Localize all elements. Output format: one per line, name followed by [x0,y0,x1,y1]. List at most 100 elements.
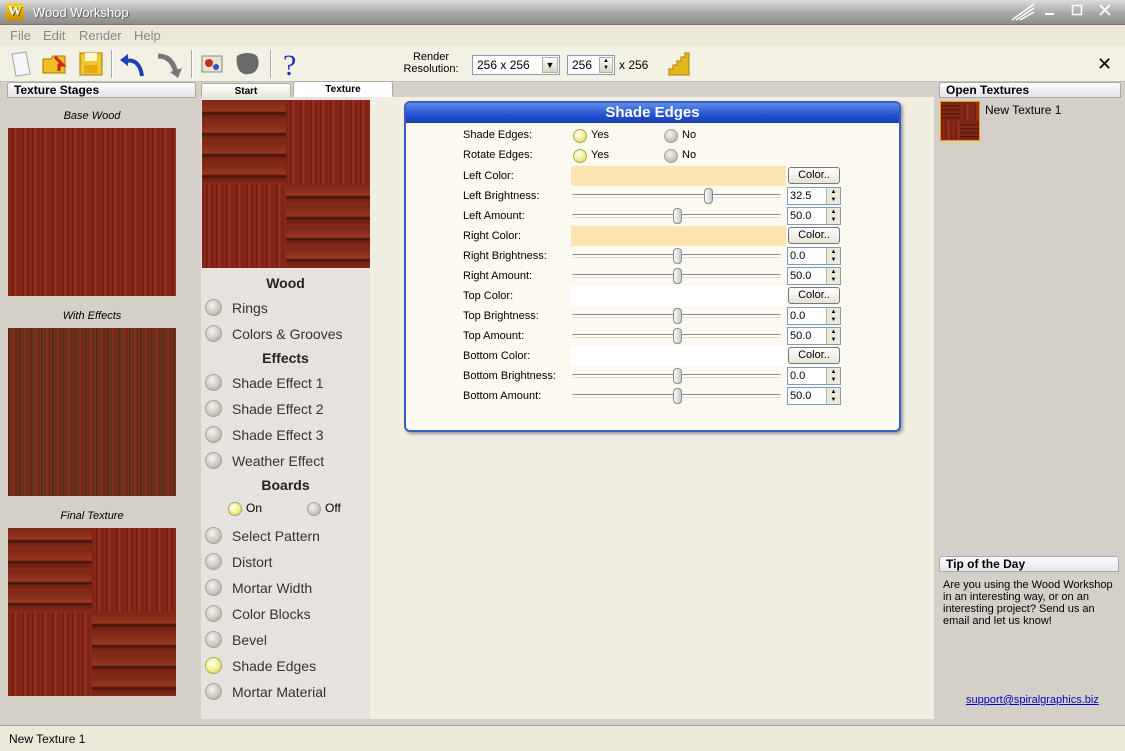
radio-distort[interactable] [205,553,222,570]
list-item-select-pattern[interactable]: Select Pattern [205,526,320,546]
radio-shade-edges[interactable] [205,657,222,674]
stairs-icon[interactable] [667,51,691,77]
rotate-edges-label: Rotate Edges: [463,149,533,161]
stepper-arrows-icon[interactable]: ▲ ▼ [826,368,840,384]
open-button[interactable] [40,49,70,79]
radio-colors-grooves[interactable] [205,325,222,342]
bottom-amount-stepper[interactable]: 50.0 ▲ ▼ [787,387,841,405]
radio-boards-off[interactable] [307,502,321,516]
radio-shade-effect-3[interactable] [205,426,222,443]
radio-boards-on[interactable] [228,502,242,516]
support-email-link[interactable]: support@spiralgraphics.biz [966,694,1099,706]
bottom-amount-value: 50.0 [790,390,812,402]
right-brightness-slider-thumb[interactable] [673,248,682,264]
bottom-brightness-stepper[interactable]: 0.0 ▲ ▼ [787,367,841,385]
list-item-bevel[interactable]: Bevel [205,630,267,650]
radio-select-pattern[interactable] [205,527,222,544]
new-button[interactable] [6,49,36,79]
left-brightness-slider-thumb[interactable] [704,188,713,204]
radio-shade-edges-yes[interactable] [573,129,587,143]
list-item-colors-grooves[interactable]: Colors & Grooves [205,324,342,344]
boards-on-option[interactable]: On [228,501,262,516]
list-item-mortar-width[interactable]: Mortar Width [205,578,312,598]
stepper-arrows-icon[interactable]: ▲ ▼ [826,188,840,204]
open-textures-header: Open Textures [939,82,1121,98]
stepper-arrows-icon[interactable]: ▲ ▼ [826,248,840,264]
radio-shade-effect-2[interactable] [205,400,222,417]
maximize-icon [1071,4,1083,16]
radio-rotate-edges-yes[interactable] [573,149,587,163]
bottom-amount-slider-thumb[interactable] [673,388,682,404]
right-amount-slider-thumb[interactable] [673,268,682,284]
list-item-rings[interactable]: Rings [205,298,268,318]
stepper-arrows-icon[interactable]: ▲ ▼ [826,388,840,404]
menu-edit[interactable]: Edit [43,28,65,43]
final-texture-preview[interactable] [8,528,176,696]
render-button[interactable] [197,49,227,79]
top-brightness-stepper[interactable]: 0.0 ▲ ▼ [787,307,841,325]
list-item-shade-effect-1[interactable]: Shade Effect 1 [205,373,324,393]
rotate-edges-no[interactable]: No [664,149,696,163]
minimize-button[interactable] [1041,4,1059,20]
bottom-color-button[interactable]: Color.. [788,347,840,364]
redo-arrow-icon [157,53,182,78]
texture-button[interactable] [232,49,262,79]
radio-rings[interactable] [205,299,222,316]
shade-edges-no[interactable]: No [664,129,696,143]
save-button[interactable] [76,49,106,79]
left-amount-slider-thumb[interactable] [673,208,682,224]
stepper-arrows-icon[interactable]: ▲ ▼ [826,308,840,324]
close-window-button[interactable] [1096,4,1114,20]
list-item-color-blocks[interactable]: Color Blocks [205,604,311,624]
radio-shade-effect-1[interactable] [205,374,222,391]
tab-texture[interactable]: Texture [293,81,393,98]
radio-mortar-material[interactable] [205,683,222,700]
radio-weather-effect[interactable] [205,452,222,469]
radio-color-blocks[interactable] [205,605,222,622]
rotate-edges-yes[interactable]: Yes [573,149,609,163]
stepper-arrows-icon[interactable]: ▲ ▼ [826,208,840,224]
stepper-arrows-icon[interactable]: ▲ ▼ [826,328,840,344]
top-brightness-slider-thumb[interactable] [673,308,682,324]
left-brightness-slider[interactable] [572,194,781,198]
top-amount-slider-thumb[interactable] [673,328,682,344]
menu-file[interactable]: File [10,28,31,43]
list-item-shade-effect-3[interactable]: Shade Effect 3 [205,425,324,445]
close-panel-button[interactable]: ✕ [1097,54,1112,75]
left-color-button[interactable]: Color.. [788,167,840,184]
right-amount-stepper[interactable]: 50.0 ▲ ▼ [787,267,841,285]
radio-mortar-width[interactable] [205,579,222,596]
list-item-shade-effect-2[interactable]: Shade Effect 2 [205,399,324,419]
left-amount-stepper[interactable]: 50.0 ▲ ▼ [787,207,841,225]
boards-off-option[interactable]: Off [307,501,341,516]
right-brightness-value: 0.0 [790,250,806,262]
left-brightness-stepper[interactable]: 32.5 ▲ ▼ [787,187,841,205]
open-texture-thumbnail[interactable] [940,101,980,141]
bottom-brightness-slider-thumb[interactable] [673,368,682,384]
radio-rotate-edges-no[interactable] [664,149,678,163]
stepper-arrows-icon[interactable]: ▲ ▼ [826,268,840,284]
open-texture-name[interactable]: New Texture 1 [985,103,1061,117]
tab-start[interactable]: Start [201,83,291,98]
list-item-shade-edges[interactable]: Shade Edges [205,656,316,676]
redo-button[interactable] [153,49,183,79]
resolution-select[interactable]: 256 x 256 ▼ [472,55,560,75]
radio-bevel[interactable] [205,631,222,648]
maximize-button[interactable] [1068,4,1086,20]
with-effects-preview[interactable] [8,328,176,496]
menu-render[interactable]: Render [79,28,122,43]
right-color-button[interactable]: Color.. [788,227,840,244]
help-button[interactable]: ? [276,49,306,79]
list-item-distort[interactable]: Distort [205,552,272,572]
radio-shade-edges-no[interactable] [664,129,678,143]
base-wood-preview[interactable] [8,128,176,296]
list-item-weather-effect[interactable]: Weather Effect [205,451,324,471]
top-color-button[interactable]: Color.. [788,287,840,304]
shade-edges-yes[interactable]: Yes [573,129,609,143]
right-brightness-stepper[interactable]: 0.0 ▲ ▼ [787,247,841,265]
list-item-mortar-material[interactable]: Mortar Material [205,682,326,702]
undo-button[interactable] [117,49,147,79]
menu-help[interactable]: Help [134,28,161,43]
width-stepper[interactable]: 256 ▲ ▼ [567,55,615,75]
top-amount-stepper[interactable]: 50.0 ▲ ▼ [787,327,841,345]
